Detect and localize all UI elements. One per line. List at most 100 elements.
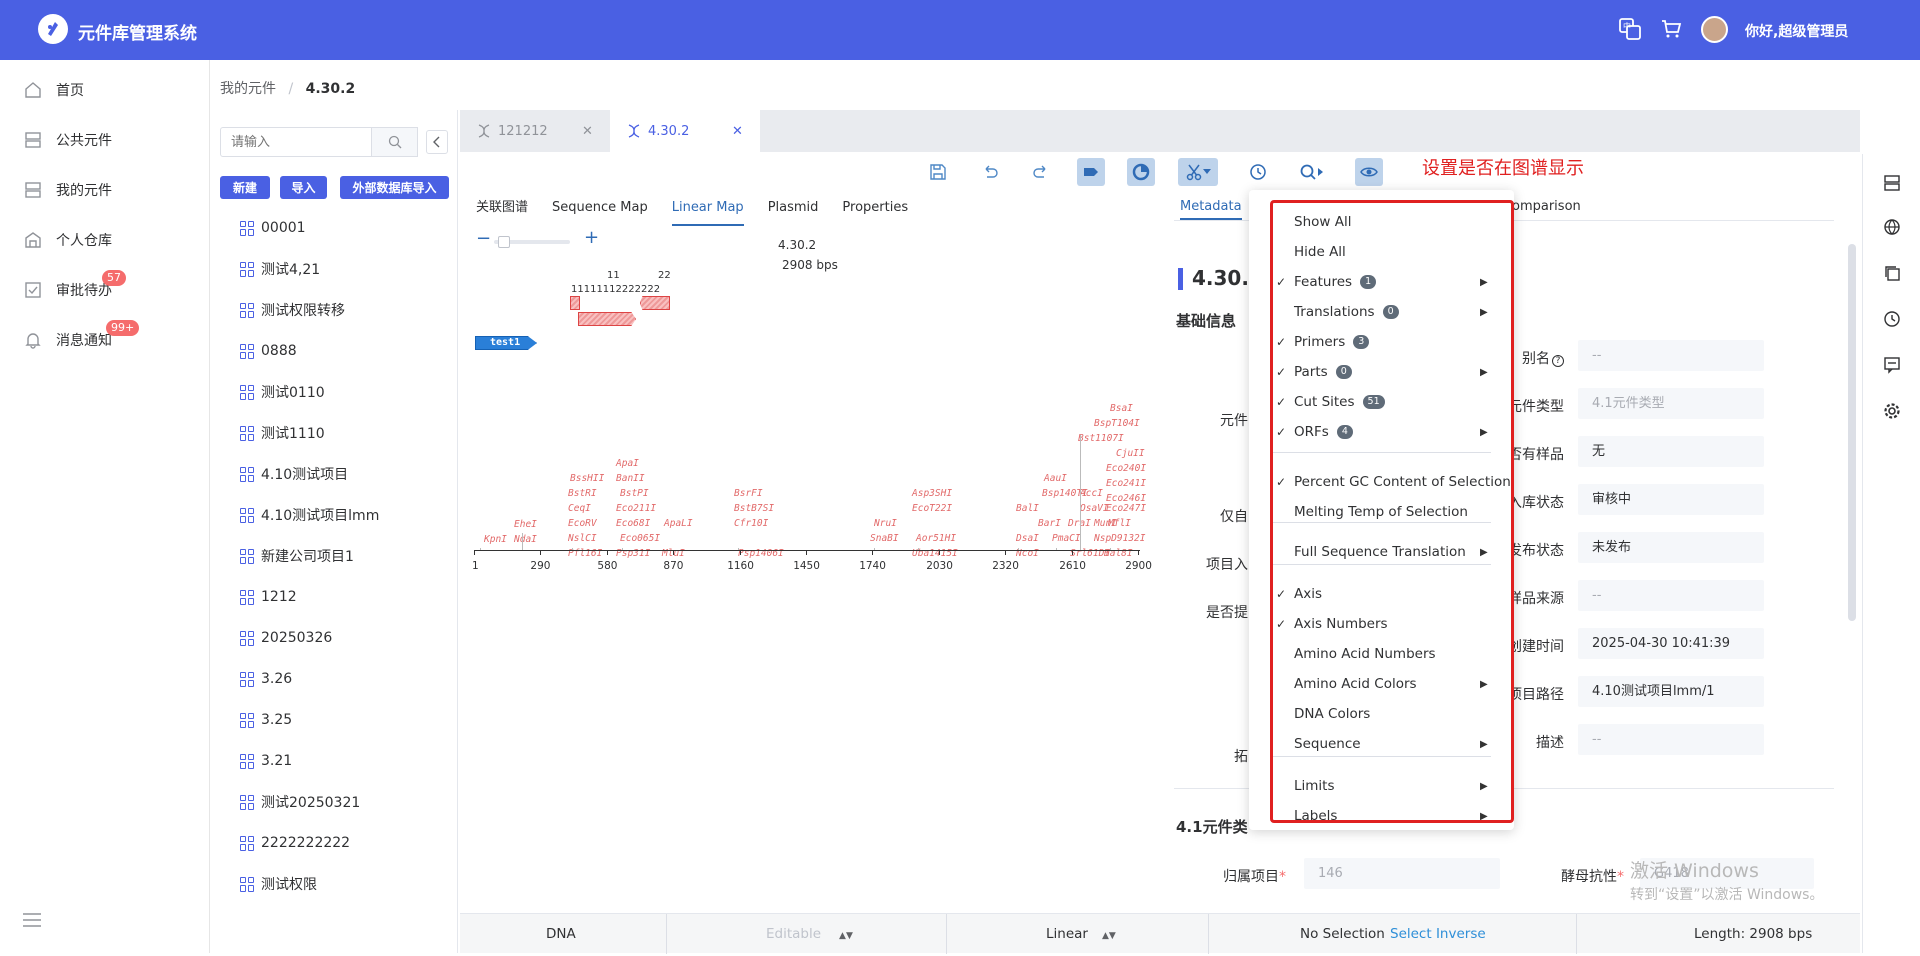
cut-site-label[interactable]: BanII xyxy=(616,473,645,484)
cut-site-label[interactable]: AauI xyxy=(1044,473,1067,484)
cut-site-label[interactable]: MflI xyxy=(1108,518,1131,529)
save-icon[interactable] xyxy=(924,158,952,186)
menu-collapse-icon[interactable] xyxy=(22,912,42,932)
close-icon[interactable]: ✕ xyxy=(732,124,743,139)
cut-site-label[interactable]: SnaBI xyxy=(870,533,899,544)
cut-site-label[interactable]: EcoT22I xyxy=(912,503,952,514)
tree-item[interactable]: 00001 xyxy=(240,216,306,240)
cut-site-label[interactable]: CjuII xyxy=(1116,448,1145,459)
collapse-tree-button[interactable] xyxy=(426,130,448,154)
cut-sites-dropdown[interactable] xyxy=(1178,158,1218,186)
menu-item[interactable]: Amino Acid Numbers xyxy=(1249,640,1514,668)
menu-item[interactable]: ✓ Percent GC Content of Selection xyxy=(1249,468,1514,496)
cut-site-label[interactable]: Eco211I xyxy=(616,503,656,514)
menu-item[interactable]: Labels ▶ xyxy=(1249,802,1514,830)
cut-site-label[interactable]: OsaVI xyxy=(1080,503,1109,514)
primer-feature[interactable] xyxy=(578,312,636,326)
circular-view-icon[interactable] xyxy=(1127,158,1155,186)
menu-item[interactable]: Show All xyxy=(1249,208,1514,236)
subtab-linear-map[interactable]: Linear Map xyxy=(671,196,744,226)
menu-item[interactable]: ✓ Cut Sites 51 xyxy=(1249,388,1514,416)
tree-item[interactable]: 测试权限转移 xyxy=(240,298,345,322)
menu-item[interactable]: Amino Acid Colors ▶ xyxy=(1249,670,1514,698)
subtab-plasmid[interactable]: Plasmid xyxy=(768,196,819,226)
cut-site-label[interactable]: AccI xyxy=(1080,488,1103,499)
linear-map[interactable]: − + 4.30.2 2908 bps 11 22 11111112222222… xyxy=(472,229,1154,670)
menu-item[interactable]: Translations 0 ▶ xyxy=(1249,298,1514,326)
redo-icon[interactable] xyxy=(1027,158,1055,186)
close-icon[interactable]: ✕ xyxy=(582,124,593,139)
menu-item[interactable]: ✓ Axis Numbers xyxy=(1249,610,1514,638)
tree-item[interactable]: 新建公司项目1 xyxy=(240,544,354,568)
tree-item[interactable]: 测试0110 xyxy=(240,380,325,404)
tree-item[interactable]: 1212 xyxy=(240,585,297,609)
tab-comparison[interactable]: omparison xyxy=(1512,196,1581,218)
sidebar-item-my-components[interactable]: 我的元件 xyxy=(0,170,210,210)
sidebar-item-public-components[interactable]: 公共元件 xyxy=(0,120,210,160)
undo-icon[interactable] xyxy=(976,158,1004,186)
external-import-button[interactable]: 外部数据库导入 xyxy=(340,176,449,199)
translate-icon[interactable]: 中 xyxy=(1616,15,1644,43)
app-logo-icon[interactable] xyxy=(38,14,68,44)
cut-site-label[interactable]: Cfr10I xyxy=(734,518,768,529)
find-icon[interactable] xyxy=(1294,158,1330,186)
tab-121212[interactable]: 121212 ✕ xyxy=(460,110,610,152)
cut-site-label[interactable]: NslCI xyxy=(568,533,597,544)
field-value[interactable]: -- xyxy=(1578,724,1764,755)
field-value-project[interactable]: 146 xyxy=(1304,858,1500,889)
clock-icon[interactable] xyxy=(1883,310,1901,328)
cut-site-label[interactable]: ApaLI xyxy=(664,518,693,529)
field-value[interactable]: 4.1元件类型 xyxy=(1578,388,1764,419)
cut-site-label[interactable]: Asp3SHI xyxy=(912,488,952,499)
menu-item[interactable]: ✓ ORFs 4 ▶ xyxy=(1249,418,1514,446)
field-value[interactable]: 4.10测试项目lmm/1 xyxy=(1578,676,1764,707)
help-icon[interactable]: ? xyxy=(1552,355,1564,367)
tree-item[interactable]: 0888 xyxy=(240,339,297,363)
zoom-in-icon[interactable]: + xyxy=(584,229,599,247)
cut-site-label[interactable]: Eco065I xyxy=(620,533,660,544)
tree-item[interactable]: 20250326 xyxy=(240,626,332,650)
cut-site-label[interactable]: BstRI xyxy=(568,488,597,499)
sidebar-item-personal-warehouse[interactable]: 个人仓库 xyxy=(0,220,210,260)
part-feature[interactable]: test1 xyxy=(475,336,537,350)
field-value[interactable]: 无 xyxy=(1578,436,1764,467)
list-icon[interactable] xyxy=(1883,174,1901,192)
new-button[interactable]: 新建 xyxy=(220,176,270,199)
breadcrumb-root[interactable]: 我的元件 xyxy=(220,81,276,97)
sidebar-item-home[interactable]: 首页 xyxy=(0,70,210,110)
cart-icon[interactable] xyxy=(1657,15,1685,43)
menu-item[interactable]: Full Sequence Translation ▶ xyxy=(1249,538,1514,566)
cut-site-label[interactable]: BstPI xyxy=(620,488,649,499)
menu-item[interactable]: DNA Colors xyxy=(1249,700,1514,728)
cut-site-label[interactable]: Bst1107I xyxy=(1078,433,1124,444)
cut-site-label[interactable]: Eco68I xyxy=(616,518,650,529)
select-inverse-link[interactable]: Select Inverse xyxy=(1390,914,1486,954)
topology-select[interactable]: Linear ▲▼ xyxy=(1046,914,1116,954)
cut-site-label[interactable]: Eco240I xyxy=(1106,463,1146,474)
cut-site-label[interactable]: BstB7SI xyxy=(734,503,774,514)
cut-site-label[interactable]: Eco247I xyxy=(1106,503,1146,514)
menu-item[interactable]: Limits ▶ xyxy=(1249,772,1514,800)
cut-site-label[interactable]: DsaI xyxy=(1016,533,1039,544)
subtab-properties[interactable]: Properties xyxy=(842,196,908,226)
tab-4-30-2[interactable]: 4.30.2 ✕ xyxy=(610,110,760,152)
sidebar-item-approval[interactable]: 审批待办 57 xyxy=(0,270,210,310)
menu-item[interactable]: Sequence ▶ xyxy=(1249,730,1514,758)
cut-site-label[interactable]: NspD9132I xyxy=(1094,533,1145,544)
tree-search-input[interactable] xyxy=(220,127,372,157)
tree-item[interactable]: 测试4,21 xyxy=(240,257,320,281)
globe-icon[interactable] xyxy=(1883,218,1901,236)
avatar[interactable] xyxy=(1701,16,1728,43)
cut-site-label[interactable]: CeqI xyxy=(568,503,591,514)
tab-metadata[interactable]: Metadata xyxy=(1180,196,1242,220)
feature-tag-icon[interactable] xyxy=(1077,158,1105,186)
cut-site-label[interactable]: BssHII xyxy=(570,473,604,484)
sidebar-item-notifications[interactable]: 消息通知 99+ xyxy=(0,320,210,360)
cut-site-label[interactable]: BarI xyxy=(1038,518,1061,529)
tree-item[interactable]: 4.10测试项目 xyxy=(240,462,348,486)
tree-item[interactable]: 3.21 xyxy=(240,749,292,773)
tree-item[interactable]: 3.26 xyxy=(240,667,292,691)
copy-icon[interactable] xyxy=(1883,264,1901,282)
cut-site-label[interactable]: BspT104I xyxy=(1094,418,1140,429)
menu-item[interactable]: ✓ Primers 3 xyxy=(1249,328,1514,356)
